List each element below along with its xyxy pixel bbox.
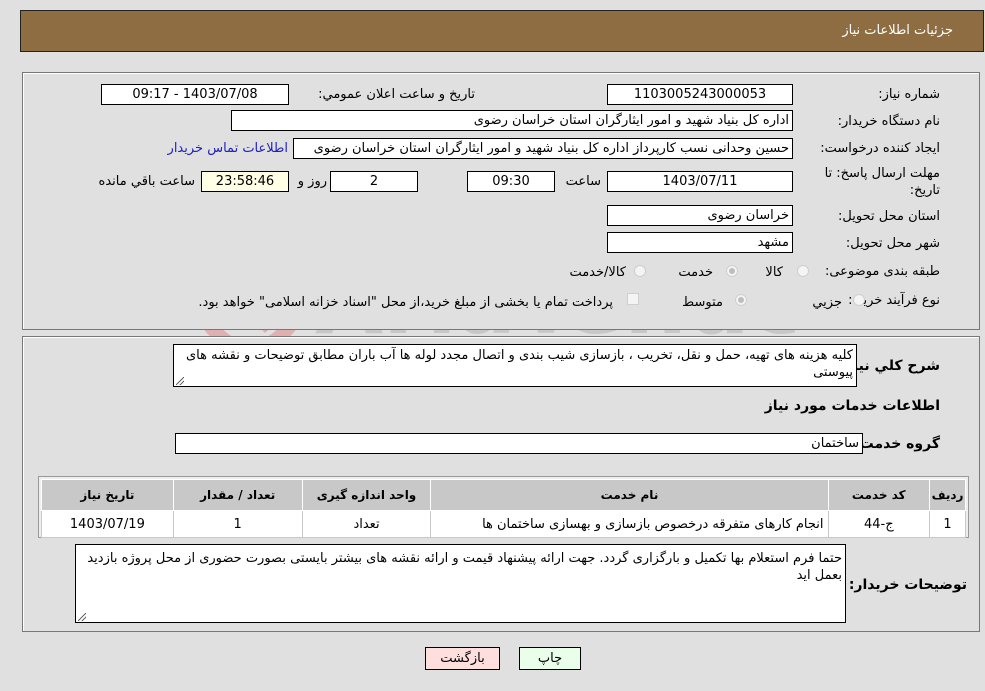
col-need-date: تاریخ نیاز bbox=[41, 479, 174, 511]
process-option-minor: جزيي bbox=[812, 295, 842, 310]
page-header: جزئیات اطلاعات نیاز bbox=[20, 10, 984, 52]
buyer-org-field[interactable]: اداره کل بنیاد شهید و امور ایثارگران است… bbox=[231, 110, 793, 131]
cell-need-date: 1403/07/19 bbox=[41, 510, 174, 538]
treasury-note: پرداخت تمام یا بخشی از مبلغ خرید،از محل … bbox=[198, 295, 613, 310]
category-label: طبقه بندی موضوعی: bbox=[824, 264, 940, 279]
city-label: شهر محل تحویل: bbox=[845, 236, 940, 251]
service-group-field[interactable]: ساختمان bbox=[175, 433, 863, 454]
announce-datetime-field[interactable]: 1403/07/08 - 09:17 bbox=[101, 84, 289, 105]
need-number-label: شماره نیاز: bbox=[878, 87, 940, 102]
back-button[interactable]: بازگشت bbox=[425, 647, 500, 670]
table-row: 1 ج-44 انجام کارهای متفرقه درخصوص بازساز… bbox=[41, 510, 966, 538]
category-radio-goods[interactable] bbox=[797, 265, 809, 277]
deadline-label: مهلت ارسال پاسخ: تا تاریخ: bbox=[824, 166, 940, 198]
process-option-medium: متوسط bbox=[682, 295, 723, 310]
category-option-service: خدمت bbox=[678, 265, 713, 280]
print-button[interactable]: چاپ bbox=[519, 647, 581, 670]
description-text: کلیه هزینه های تهیه، حمل و نقل، تخریب ، … bbox=[185, 348, 853, 380]
remaining-label: ساعت باقي مانده bbox=[98, 174, 195, 189]
cell-service-code: ج-44 bbox=[827, 510, 931, 538]
province-field[interactable]: خراسان رضوی bbox=[607, 205, 793, 226]
days-label: روز و bbox=[297, 174, 327, 189]
days-remaining-field[interactable]: 2 bbox=[330, 171, 418, 192]
treasury-checkbox[interactable] bbox=[627, 293, 639, 305]
page-title: جزئیات اطلاعات نیاز bbox=[842, 23, 953, 38]
col-unit: واحد اندازه گیری bbox=[301, 479, 432, 511]
cell-service-name: انجام کارهای متفرقه درخصوص بازسازی و بهس… bbox=[430, 510, 829, 538]
buyer-contact-link[interactable]: اطلاعات تماس خریدار bbox=[168, 141, 288, 156]
category-option-goods: کالا bbox=[765, 265, 783, 280]
category-option-goods-service: کالا/خدمت bbox=[569, 265, 626, 280]
process-radio-medium[interactable] bbox=[735, 294, 747, 306]
col-quantity: تعداد / مقدار bbox=[172, 479, 303, 511]
resize-grip-icon[interactable] bbox=[78, 613, 86, 621]
cell-row-number: 1 bbox=[929, 510, 966, 538]
table-header-row: رديف کد خدمت نام خدمت واحد اندازه گیری ت… bbox=[41, 479, 966, 511]
cell-quantity: 1 bbox=[172, 510, 303, 538]
creator-label: ایجاد کننده درخواست: bbox=[820, 141, 940, 156]
city-field[interactable]: مشهد bbox=[607, 232, 793, 253]
services-table: رديف کد خدمت نام خدمت واحد اندازه گیری ت… bbox=[41, 479, 966, 538]
category-radio-service[interactable] bbox=[726, 265, 738, 277]
category-radio-goods-service[interactable] bbox=[634, 265, 646, 277]
services-section-title: اطلاعات خدمات مورد نياز bbox=[764, 398, 940, 414]
buyer-notes-textarea[interactable]: حتما فرم استعلام بها تکمیل و بارگزاری گر… bbox=[75, 544, 846, 623]
remaining-time-field: 23:58:46 bbox=[201, 171, 289, 192]
description-textarea[interactable]: کلیه هزینه های تهیه، حمل و نقل، تخریب ، … bbox=[173, 344, 857, 387]
deadline-date-field[interactable]: 1403/07/11 bbox=[607, 171, 793, 192]
services-table-frame: رديف کد خدمت نام خدمت واحد اندازه گیری ت… bbox=[38, 476, 969, 538]
buyer-notes-label: توضیحات خریدار: bbox=[848, 577, 967, 593]
need-number-field[interactable]: 1103005243000053 bbox=[607, 84, 793, 105]
col-service-name: نام خدمت bbox=[430, 479, 829, 511]
buyer-org-label: نام دستگاه خریدار: bbox=[837, 114, 940, 129]
resize-grip-icon[interactable] bbox=[176, 377, 184, 385]
province-label: استان محل تحویل: bbox=[838, 209, 940, 224]
col-row-number: رديف bbox=[929, 479, 966, 511]
buyer-notes-text: حتما فرم استعلام بها تکمیل و بارگزاری گر… bbox=[87, 551, 842, 583]
cell-unit: تعداد bbox=[301, 510, 432, 538]
deadline-time-field[interactable]: 09:30 bbox=[467, 171, 555, 192]
announce-label: تاریخ و ساعت اعلان عمومي: bbox=[318, 87, 475, 102]
process-radio-minor[interactable] bbox=[853, 294, 865, 306]
col-service-code: کد خدمت bbox=[827, 479, 931, 511]
creator-field[interactable]: حسین وحدانی نسب کارپرداز اداره کل بنیاد … bbox=[293, 138, 793, 159]
deadline-time-label: ساعت bbox=[565, 174, 601, 189]
service-group-label: گروه خدمت: bbox=[854, 436, 940, 452]
